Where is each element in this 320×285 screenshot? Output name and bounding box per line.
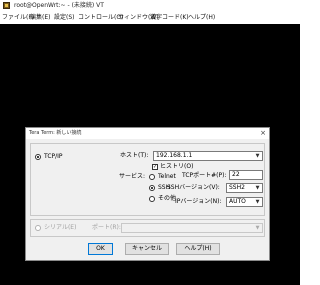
host-combobox[interactable]: 192.168.1.1 ▼	[153, 151, 263, 161]
teraterm-icon	[3, 2, 10, 9]
help-button[interactable]: ヘルプ(H)	[176, 243, 220, 255]
menu-kanji-code[interactable]: 漢字コード(K)	[150, 13, 189, 22]
ok-button[interactable]: OK	[88, 243, 113, 255]
host-label: ホスト(T):	[120, 152, 149, 159]
ssh-version-value: SSH2	[229, 184, 245, 191]
menu-edit[interactable]: 編集(E)	[30, 13, 50, 22]
menu-help[interactable]: ヘルプ(H)	[188, 13, 215, 22]
window-title: root@OpenWrt:~ - (未接続) VT	[14, 2, 104, 9]
serial-label: シリアル(E)	[44, 224, 77, 231]
tcpip-label: TCP/IP	[44, 153, 63, 160]
service-label: サービス:	[119, 173, 146, 180]
menu-control[interactable]: コントロール(O)	[78, 13, 123, 22]
ssh-version-label: SSHバージョン(V):	[167, 184, 220, 191]
chevron-down-icon[interactable]: ▼	[254, 152, 261, 160]
tcpip-radio[interactable]	[35, 154, 41, 160]
other-label: その他	[158, 195, 177, 202]
ip-version-label: IPバージョン(N):	[175, 198, 222, 205]
other-radio[interactable]	[149, 196, 155, 202]
chevron-down-icon[interactable]: ▼	[254, 224, 261, 232]
close-icon[interactable]: ×	[260, 128, 266, 138]
menu-setup[interactable]: 設定(S)	[54, 13, 75, 22]
ip-version-select[interactable]: AUTO ▼	[226, 197, 263, 207]
history-label: ヒストリ(O)	[160, 163, 194, 170]
port-label: ポート(R):	[92, 224, 121, 231]
menu-bar: ファイル(F) 編集(E) 設定(S) コントロール(O) ウィンドウ(W) 漢…	[0, 12, 300, 23]
window-titlebar[interactable]: root@OpenWrt:~ - (未接続) VT	[0, 0, 300, 11]
tcp-port-label: TCPポート#(P):	[182, 172, 227, 179]
telnet-radio[interactable]	[149, 174, 155, 180]
serial-radio[interactable]	[35, 225, 41, 231]
dialog-titlebar[interactable]: Tera Term: 新しい接続 ×	[26, 128, 269, 139]
chevron-down-icon[interactable]: ▼	[254, 184, 261, 192]
port-select[interactable]: ▼	[121, 223, 263, 233]
cancel-button[interactable]: キャンセル	[125, 243, 169, 255]
tcp-port-input[interactable]: 22	[229, 170, 263, 180]
new-connection-dialog: Tera Term: 新しい接続 × TCP/IP ホスト(T): 192.16…	[25, 127, 270, 261]
dialog-title: Tera Term: 新しい接続	[29, 130, 82, 136]
chevron-down-icon[interactable]: ▼	[254, 198, 261, 206]
ssh-radio[interactable]	[149, 185, 155, 191]
ip-version-value: AUTO	[229, 198, 246, 205]
telnet-label: Telnet	[158, 173, 176, 180]
ssh-version-select[interactable]: SSH2 ▼	[226, 183, 263, 193]
host-value: 192.168.1.1	[156, 152, 193, 159]
history-checkbox[interactable]: ✓	[152, 164, 158, 170]
tcp-port-value: 22	[232, 171, 240, 178]
